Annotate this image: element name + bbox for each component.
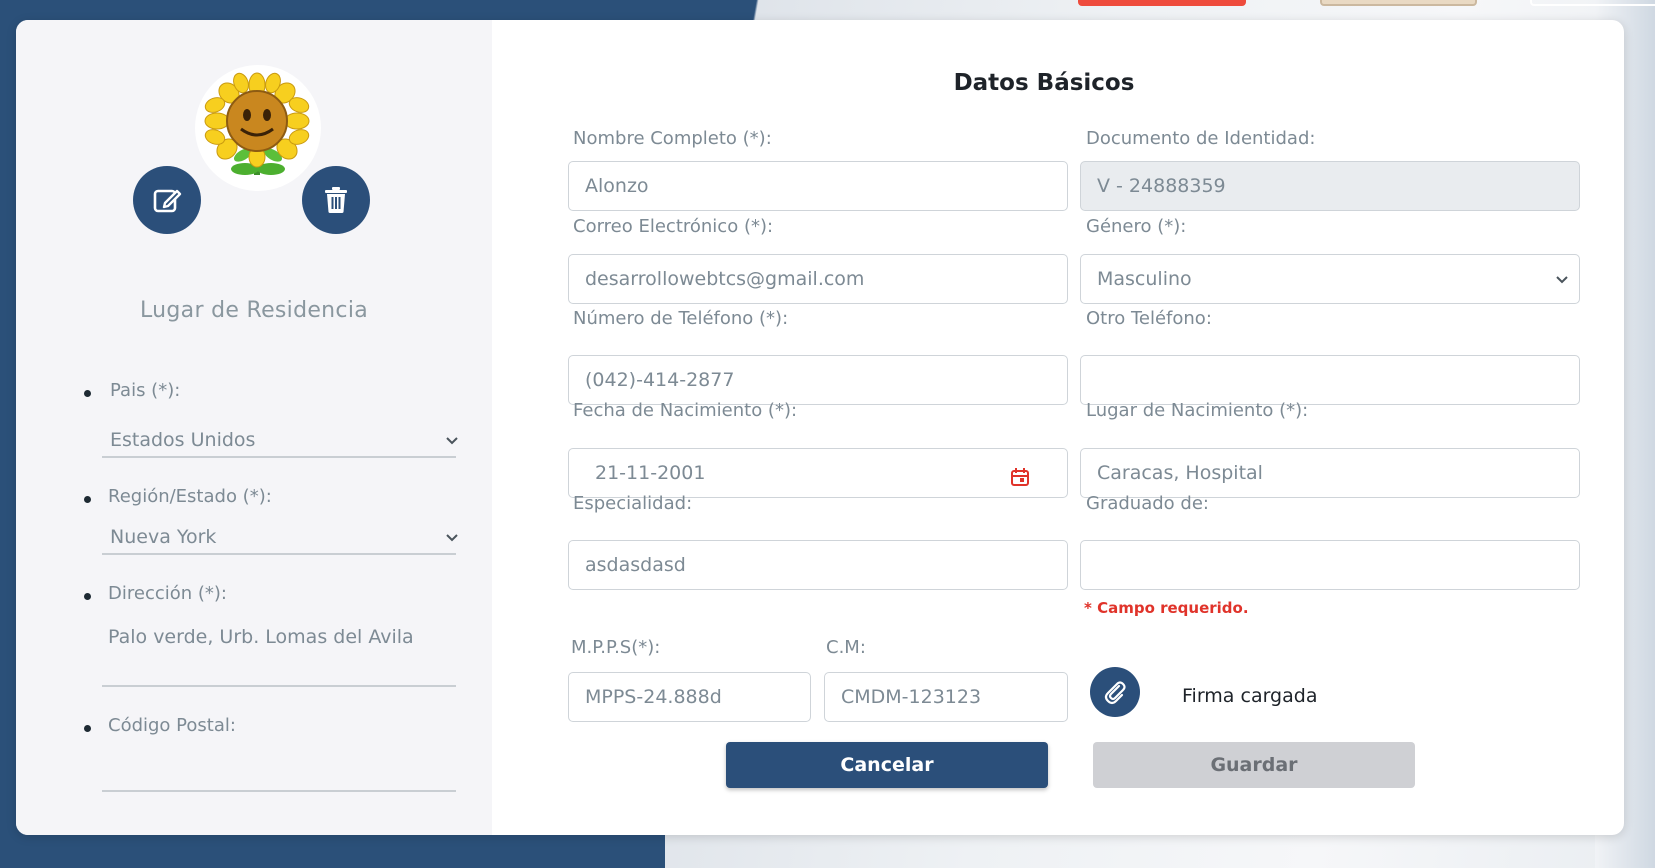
- documento-input: V - 24888359: [1080, 161, 1580, 211]
- otro-telefono-label: Otro Teléfono:: [1086, 308, 1212, 329]
- genero-select[interactable]: Masculino: [1080, 254, 1580, 304]
- postal-label: Código Postal:: [108, 715, 236, 736]
- otro-telefono-input[interactable]: [1080, 355, 1580, 405]
- form-title: Datos Básicos: [953, 70, 1135, 96]
- telefono-input[interactable]: (042)-414-2877: [568, 355, 1068, 405]
- region-label: Región/Estado (*):: [108, 486, 272, 507]
- mpps-label: M.P.P.S(*):: [571, 637, 661, 658]
- top-red-button[interactable]: [1078, 0, 1246, 6]
- save-button[interactable]: Guardar: [1093, 742, 1415, 788]
- fecha-value: 21-11-2001: [595, 462, 706, 484]
- postal-underline: [102, 790, 456, 792]
- lugar-nac-input[interactable]: Caracas, Hospital: [1080, 448, 1580, 498]
- pais-select[interactable]: Estados Unidos: [110, 429, 255, 451]
- trash-icon: [325, 187, 347, 213]
- cancel-button[interactable]: Cancelar: [726, 742, 1048, 788]
- chevron-down-icon: [446, 437, 458, 445]
- cm-input[interactable]: CMDM-123123: [824, 672, 1068, 722]
- especialidad-label: Especialidad:: [573, 493, 693, 514]
- direccion-underline: [102, 685, 456, 687]
- signature-status: Firma cargada: [1182, 685, 1318, 707]
- documento-label: Documento de Identidad:: [1086, 128, 1316, 149]
- region-underline: [102, 553, 456, 555]
- avatar: [195, 65, 321, 191]
- chevron-down-icon: [446, 534, 458, 542]
- pais-label: Pais (*):: [110, 380, 181, 401]
- graduado-input[interactable]: [1080, 540, 1580, 590]
- list-bullet: [84, 390, 91, 397]
- top-outline-button[interactable]: [1530, 0, 1655, 6]
- nombre-input[interactable]: Alonzo: [568, 161, 1068, 211]
- direccion-input[interactable]: Palo verde, Urb. Lomas del Avila: [108, 626, 414, 648]
- graduado-error: * Campo requerido.: [1084, 599, 1249, 617]
- cm-label: C.M:: [826, 637, 866, 658]
- genero-value: Masculino: [1097, 268, 1192, 290]
- profile-card: Lugar de Residencia Pais (*): Estados Un…: [16, 20, 1624, 835]
- attach-signature-button[interactable]: [1090, 667, 1140, 717]
- basic-data-panel: Datos Básicos Nombre Completo (*): Docum…: [492, 20, 1624, 835]
- calendar-icon[interactable]: [1010, 467, 1030, 487]
- edit-avatar-button[interactable]: [133, 166, 201, 234]
- genero-label: Género (*):: [1086, 216, 1187, 237]
- residence-title: Lugar de Residencia: [139, 298, 369, 323]
- sunflower-avatar-icon: [204, 72, 310, 175]
- graduado-label: Graduado de:: [1086, 493, 1209, 514]
- correo-input[interactable]: desarrollowebtcs@gmail.com: [568, 254, 1068, 304]
- fecha-label: Fecha de Nacimiento (*):: [573, 400, 798, 421]
- correo-label: Correo Electrónico (*):: [573, 216, 774, 237]
- telefono-label: Número de Teléfono (*):: [573, 308, 789, 329]
- delete-avatar-button[interactable]: [302, 166, 370, 234]
- region-select[interactable]: Nueva York: [110, 526, 216, 548]
- list-bullet: [84, 725, 91, 732]
- fecha-input[interactable]: 21-11-2001: [568, 448, 1068, 498]
- top-beige-button[interactable]: [1320, 0, 1477, 6]
- edit-icon: [153, 189, 182, 213]
- pais-underline: [102, 456, 456, 458]
- mpps-input[interactable]: MPPS-24.888d: [568, 672, 811, 722]
- paperclip-icon: [1104, 681, 1126, 705]
- chevron-down-icon: [1556, 276, 1568, 284]
- list-bullet: [84, 593, 91, 600]
- especialidad-input[interactable]: asdasdasd: [568, 540, 1068, 590]
- direccion-label: Dirección (*):: [108, 583, 227, 604]
- lugar-nac-label: Lugar de Nacimiento (*):: [1086, 400, 1309, 421]
- nombre-label: Nombre Completo (*):: [573, 128, 772, 149]
- residence-panel: Lugar de Residencia Pais (*): Estados Un…: [16, 20, 492, 835]
- list-bullet: [84, 496, 91, 503]
